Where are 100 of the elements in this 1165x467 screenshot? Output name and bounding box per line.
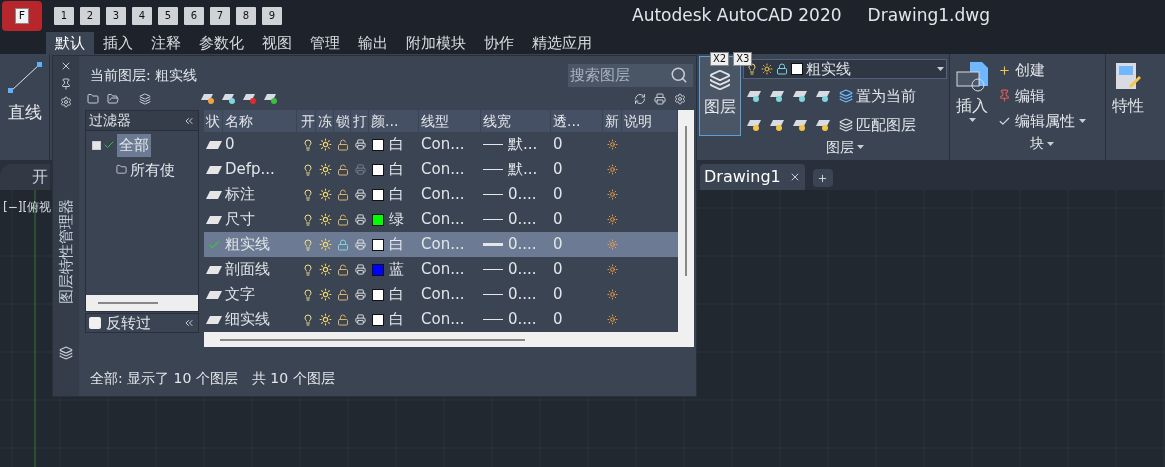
layer-tool-icon[interactable]: [747, 90, 761, 103]
layer-row[interactable]: 粗实线 白 Con... 0.... 0: [204, 232, 678, 257]
layer-action-icon[interactable]: [264, 93, 278, 105]
match-layer-button[interactable]: 匹配图层: [839, 113, 916, 136]
printer-icon[interactable]: [354, 214, 366, 225]
layer-action-icon[interactable]: [243, 93, 257, 105]
unlocked-icon[interactable]: [336, 188, 349, 201]
collapse-toggle[interactable]: [92, 140, 101, 150]
viewport-label[interactable]: [−][俯视: [3, 198, 52, 216]
column-header[interactable]: 线型: [419, 110, 481, 132]
make-current-button[interactable]: 置为当前: [839, 85, 916, 108]
unlocked-icon[interactable]: [336, 213, 349, 226]
ribbon-tab[interactable]: 参数化: [190, 32, 253, 54]
column-header[interactable]: 说明: [622, 110, 678, 132]
printer-icon[interactable]: [354, 264, 366, 275]
app-menu-button[interactable]: F: [2, 1, 42, 31]
layer-tool-icon[interactable]: [816, 118, 830, 131]
quick-access-button[interactable]: 4: [132, 7, 152, 25]
column-header[interactable]: 线宽: [481, 110, 551, 132]
search-field[interactable]: 搜索图层: [568, 63, 693, 87]
layer-tool-icon[interactable]: [793, 90, 807, 103]
column-header[interactable]: 冻: [316, 110, 334, 132]
layer-row[interactable]: 文字 白 Con... 0.... 0: [204, 282, 678, 307]
layers-icon[interactable]: [59, 346, 73, 360]
layer-row[interactable]: 尺寸 绿 Con... 0.... 0: [204, 207, 678, 232]
layer-tool-icon[interactable]: [816, 90, 830, 103]
layer-action-icon[interactable]: [222, 93, 236, 105]
ribbon-tab[interactable]: 协作: [475, 32, 523, 54]
ribbon-tab[interactable]: 插入: [94, 32, 142, 54]
layer-tool-icon[interactable]: [747, 118, 761, 131]
column-header[interactable]: 开: [299, 110, 316, 132]
settings-icon[interactable]: [60, 96, 72, 108]
bulb-icon[interactable]: [301, 138, 314, 151]
printer-icon[interactable]: [354, 239, 366, 250]
bulb-icon[interactable]: [301, 188, 314, 201]
sun-icon[interactable]: [318, 263, 332, 276]
new-tab-button[interactable]: [812, 169, 833, 187]
quick-access-button[interactable]: 2: [80, 7, 100, 25]
refresh-icon[interactable]: [634, 93, 646, 105]
bulb-icon[interactable]: [301, 213, 314, 226]
column-header[interactable]: 颜...: [369, 110, 419, 132]
color-swatch[interactable]: [372, 288, 384, 301]
file-tab[interactable]: Drawing1: [700, 164, 805, 190]
layer-tool-icon[interactable]: [770, 118, 784, 131]
layer-row[interactable]: 剖面线 蓝 Con... 0.... 0: [204, 257, 678, 282]
layer-tool-icon[interactable]: [793, 118, 807, 131]
panel-label[interactable]: 图层: [826, 139, 864, 155]
sun-icon[interactable]: [318, 288, 332, 301]
close-icon[interactable]: [60, 60, 72, 72]
bulb-icon[interactable]: [301, 288, 314, 301]
printer-icon[interactable]: [354, 289, 366, 300]
ribbon-tab[interactable]: 默认: [46, 32, 94, 54]
sun-icon[interactable]: [318, 188, 332, 201]
ribbon-tab[interactable]: 附加模块: [397, 32, 475, 54]
color-swatch[interactable]: [372, 263, 384, 276]
ribbon-tab[interactable]: 注释: [142, 32, 190, 54]
new-viewport-freeze-icon[interactable]: [607, 289, 618, 300]
ribbon-tab[interactable]: 精选应用: [523, 32, 601, 54]
new-viewport-freeze-icon[interactable]: [607, 314, 618, 325]
column-header[interactable]: 名称: [223, 110, 297, 132]
group-filter-icon[interactable]: [107, 93, 119, 105]
new-filter-icon[interactable]: [87, 93, 99, 105]
ribbon-tab[interactable]: 输出: [349, 32, 397, 54]
filter-tree-item[interactable]: 全部: [117, 134, 151, 157]
layer-states-icon[interactable]: [139, 93, 151, 105]
panel-label[interactable]: 块: [1030, 135, 1054, 152]
filter-tree-item[interactable]: 所有使: [130, 158, 175, 181]
file-tab[interactable]: 开: [0, 164, 50, 190]
search-icon[interactable]: [670, 66, 688, 84]
bulb-icon[interactable]: [301, 313, 314, 326]
bulb-icon[interactable]: [301, 163, 314, 176]
column-header[interactable]: 新: [603, 110, 622, 132]
ribbon-tab[interactable]: 管理: [301, 32, 349, 54]
column-header[interactable]: 透...: [551, 110, 603, 132]
sun-icon[interactable]: [318, 238, 332, 251]
line-button[interactable]: 直线: [7, 100, 42, 126]
lock-icon[interactable]: [336, 238, 349, 251]
color-swatch[interactable]: [372, 213, 384, 226]
color-swatch[interactable]: [372, 188, 384, 201]
color-swatch[interactable]: [372, 313, 384, 326]
column-header[interactable]: 锁: [334, 110, 351, 132]
bulb-icon[interactable]: [301, 263, 314, 276]
new-viewport-freeze-icon[interactable]: [607, 214, 618, 225]
quick-access-button[interactable]: 5: [158, 7, 178, 25]
unlocked-icon[interactable]: [336, 263, 349, 276]
edit-attributes-button[interactable]: 编辑属性: [998, 110, 1086, 133]
color-swatch[interactable]: [372, 138, 384, 151]
properties-button[interactable]: 特性: [1112, 94, 1144, 118]
layer-row[interactable]: 细实线 白 Con... 0.... 0: [204, 307, 678, 332]
sun-icon[interactable]: [318, 213, 332, 226]
printer-icon[interactable]: [354, 314, 366, 325]
layer-row[interactable]: Defp... 白 Con... 默... 0: [204, 157, 678, 182]
printer-icon[interactable]: [354, 189, 366, 200]
quick-access-button[interactable]: 8: [236, 7, 256, 25]
insert-button[interactable]: 插入: [950, 54, 994, 160]
layer-row[interactable]: 0 白 Con... 默... 0: [204, 132, 678, 157]
invert-filter-checkbox[interactable]: [89, 317, 101, 329]
new-viewport-freeze-icon[interactable]: [607, 164, 618, 175]
unlocked-icon[interactable]: [336, 313, 349, 326]
edit-block-button[interactable]: 编辑: [998, 84, 1086, 107]
